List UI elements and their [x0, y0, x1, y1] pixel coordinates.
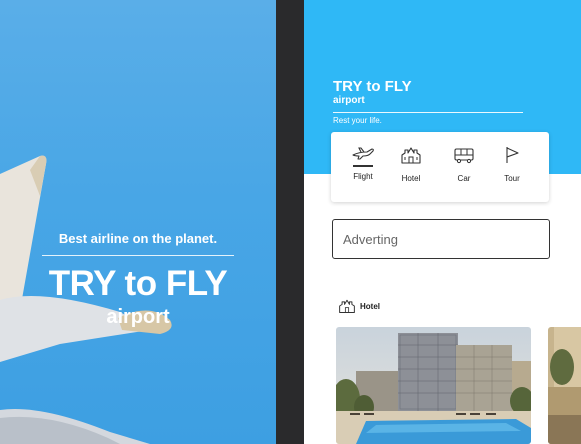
- flag-icon: [506, 147, 519, 163]
- bus-icon: [454, 148, 474, 164]
- panel-divider: [276, 0, 304, 444]
- category-car[interactable]: Car: [444, 146, 484, 183]
- airplane-image: [0, 155, 172, 444]
- home-screen: TRY to FLY airport Rest your life. Fligh…: [304, 0, 581, 444]
- hotel-photo[interactable]: [548, 327, 581, 444]
- selected-indicator: [353, 165, 373, 167]
- category-label: Tour: [504, 174, 520, 183]
- app-slogan: Rest your life.: [333, 116, 382, 125]
- category-tour[interactable]: Tour: [492, 146, 532, 183]
- app-subtitle: airport: [333, 95, 365, 106]
- hotel-section-header: Hotel: [338, 296, 380, 316]
- splash-screen: Best airline on the planet. TRY to FLY a…: [0, 0, 276, 444]
- building-icon: [339, 299, 355, 314]
- hotel-image: [548, 327, 581, 444]
- category-label: Car: [457, 174, 471, 183]
- app-title: TRY to FLY: [333, 78, 412, 95]
- category-card: Flight Hotel Car Tour: [331, 132, 549, 202]
- hero-divider: [333, 112, 523, 113]
- splash-divider: [42, 255, 234, 256]
- splash-tagline: Best airline on the planet.: [58, 231, 218, 246]
- building-icon: [401, 147, 421, 164]
- hotel-image: [336, 327, 531, 444]
- search-input[interactable]: [332, 219, 550, 259]
- category-flight[interactable]: Flight: [343, 146, 383, 181]
- hotel-photo[interactable]: [336, 327, 531, 444]
- plane-icon: [352, 147, 374, 160]
- section-title: Hotel: [360, 301, 380, 311]
- category-label: Hotel: [401, 174, 421, 183]
- category-hotel[interactable]: Hotel: [391, 146, 431, 183]
- splash-title: TRY to FLY: [48, 264, 228, 303]
- category-label: Flight: [353, 172, 373, 181]
- splash-subtitle: airport: [106, 306, 170, 328]
